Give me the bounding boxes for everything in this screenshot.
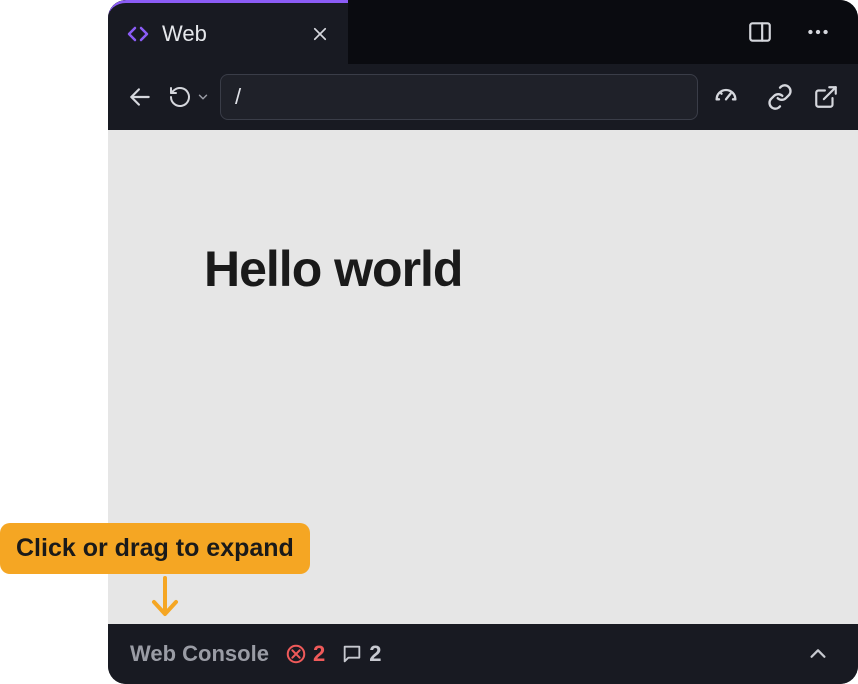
console-error-badge[interactable]: 2 xyxy=(285,641,325,667)
tab-title: Web xyxy=(162,21,298,47)
close-icon[interactable] xyxy=(310,24,330,44)
browser-toolbar xyxy=(108,64,858,130)
web-console-bar[interactable]: Web Console 2 2 xyxy=(108,624,858,684)
console-message-count: 2 xyxy=(369,641,381,667)
tab-web[interactable]: Web xyxy=(108,0,348,64)
console-label: Web Console xyxy=(130,641,269,667)
annotation-text: Click or drag to expand xyxy=(16,534,294,562)
tabbar-actions xyxy=(348,0,858,64)
open-external-icon[interactable] xyxy=(808,79,844,115)
chevron-up-icon[interactable] xyxy=(800,636,836,672)
message-icon xyxy=(341,643,363,665)
page-heading: Hello world xyxy=(204,240,858,298)
url-input[interactable] xyxy=(235,84,683,110)
console-message-badge[interactable]: 2 xyxy=(341,641,381,667)
more-menu-icon[interactable] xyxy=(800,14,836,50)
annotation-arrow-icon xyxy=(148,576,182,620)
error-icon xyxy=(285,643,307,665)
performance-icon[interactable] xyxy=(708,79,744,115)
split-panel-icon[interactable] xyxy=(742,14,778,50)
tab-bar: Web xyxy=(108,0,858,64)
link-icon[interactable] xyxy=(762,79,798,115)
annotation-tooltip: Click or drag to expand xyxy=(0,523,310,574)
console-error-count: 2 xyxy=(313,641,325,667)
back-icon[interactable] xyxy=(122,79,158,115)
code-brackets-icon xyxy=(126,22,150,46)
browser-window: Web xyxy=(108,0,858,684)
chevron-down-icon xyxy=(196,90,210,104)
reload-button[interactable] xyxy=(168,79,210,115)
url-bar[interactable] xyxy=(220,74,698,120)
